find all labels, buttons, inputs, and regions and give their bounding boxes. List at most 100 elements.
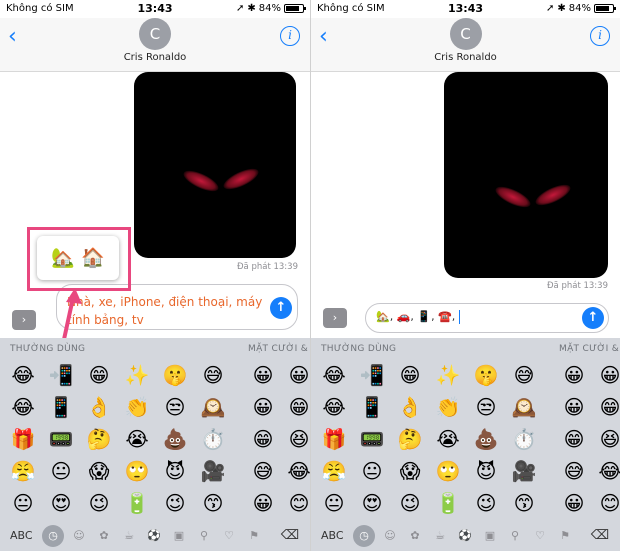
emoji-key[interactable]: 🙄 — [431, 456, 465, 486]
info-icon[interactable]: i — [280, 26, 300, 46]
emoji-key[interactable]: ⏱️ — [196, 424, 230, 454]
message-input[interactable]: 🏡, 🚗, 📱, ☎️, ↑ — [365, 303, 609, 333]
info-icon[interactable]: i — [590, 26, 610, 46]
chevron-left-icon[interactable]: ‹ — [8, 24, 17, 49]
abc-key[interactable]: ABC — [321, 529, 344, 542]
symbol-icon[interactable]: ♡ — [533, 529, 547, 543]
avatar[interactable]: C — [139, 18, 171, 50]
emoji-key[interactable]: 😀 — [593, 360, 620, 390]
emoji-key[interactable]: 😉 — [393, 488, 427, 518]
emoji-key[interactable]: ⏱️ — [507, 424, 541, 454]
emoji-key[interactable]: 😁 — [282, 392, 310, 422]
emoji-key[interactable]: ✨ — [431, 360, 465, 390]
emoji-key[interactable]: 💩 — [469, 424, 503, 454]
emoji-key[interactable]: 😀 — [282, 360, 310, 390]
emoji-key[interactable]: 🔋 — [120, 488, 154, 518]
emoji-key[interactable]: 🙄 — [120, 456, 154, 486]
car-icon[interactable]: ▣ — [483, 529, 497, 543]
emoji-key[interactable]: 😀 — [246, 392, 280, 422]
emoji-key[interactable]: 📱 — [355, 392, 389, 422]
emoji-key[interactable]: 😀 — [246, 488, 280, 518]
chevron-left-icon[interactable]: ‹ — [319, 24, 328, 49]
flag-icon[interactable]: ⚑ — [558, 529, 572, 543]
smiley-icon[interactable]: ☺ — [383, 529, 397, 543]
emoji-key[interactable]: 😀 — [557, 488, 591, 518]
sport-icon[interactable]: ⚽ — [147, 529, 161, 543]
emoji-key[interactable]: 😂 — [317, 360, 351, 390]
send-button[interactable]: ↑ — [270, 297, 292, 319]
clock-icon[interactable]: ◷ — [42, 525, 64, 547]
emoji-key[interactable]: 🕰️ — [196, 392, 230, 422]
emoji-key[interactable]: 🤔 — [393, 424, 427, 454]
emoji-key[interactable]: 📟 — [44, 424, 78, 454]
emoji-key[interactable]: 🔋 — [431, 488, 465, 518]
emoji-key[interactable]: 😤 — [6, 456, 40, 486]
emoji-key[interactable]: 📲 — [44, 360, 78, 390]
emoji-key[interactable]: 😤 — [317, 456, 351, 486]
sport-icon[interactable]: ⚽ — [458, 529, 472, 543]
emoji-key[interactable]: 😙 — [507, 488, 541, 518]
emoji-key[interactable]: 😒 — [469, 392, 503, 422]
bulb-icon[interactable]: ⚲ — [197, 529, 211, 543]
animal-icon[interactable]: ✿ — [408, 529, 422, 543]
emoji-key[interactable]: 😱 — [393, 456, 427, 486]
animal-icon[interactable]: ✿ — [97, 529, 111, 543]
emoji-key[interactable]: 😒 — [158, 392, 192, 422]
emoji-key[interactable]: 😁 — [82, 360, 116, 390]
delete-icon[interactable]: ⌫ — [278, 528, 302, 544]
image-message[interactable] — [134, 72, 296, 258]
app-drawer-button[interactable]: › — [323, 308, 347, 328]
emoji-key[interactable]: 😂 — [593, 456, 620, 486]
emoji-key[interactable]: 😀 — [557, 360, 591, 390]
emoji-key[interactable]: 😭 — [431, 424, 465, 454]
image-message[interactable] — [444, 72, 608, 278]
emoji-key[interactable]: 🎁 — [317, 424, 351, 454]
emoji-key[interactable]: 😂 — [6, 392, 40, 422]
emoji-key[interactable]: 😉 — [469, 488, 503, 518]
delete-icon[interactable]: ⌫ — [588, 528, 612, 544]
emoji-key[interactable]: 😭 — [120, 424, 154, 454]
emoji-key[interactable]: 😁 — [393, 360, 427, 390]
emoji-key[interactable]: 😊 — [593, 488, 620, 518]
emoji-key[interactable]: 👏 — [120, 392, 154, 422]
smiley-icon[interactable]: ☺ — [72, 529, 86, 543]
emoji-key[interactable]: 😂 — [6, 360, 40, 390]
app-drawer-button[interactable]: › — [12, 310, 36, 330]
emoji-key[interactable]: 📲 — [355, 360, 389, 390]
emoji-key[interactable]: 😀 — [246, 360, 280, 390]
emoji-key[interactable]: 😊 — [282, 488, 310, 518]
emoji-key[interactable]: 😂 — [317, 392, 351, 422]
emoji-key[interactable]: 😁 — [246, 424, 280, 454]
car-icon[interactable]: ▣ — [172, 529, 186, 543]
send-button[interactable]: ↑ — [582, 307, 604, 329]
emoji-key[interactable]: 😆 — [282, 424, 310, 454]
emoji-key[interactable]: 📟 — [355, 424, 389, 454]
emoji-key[interactable]: 😆 — [593, 424, 620, 454]
emoji-key[interactable]: 🕰️ — [507, 392, 541, 422]
food-icon[interactable]: ☕ — [122, 529, 136, 543]
emoji-key[interactable]: 👏 — [431, 392, 465, 422]
emoji-key[interactable]: 🤫 — [158, 360, 192, 390]
emoji-key[interactable]: 😅 — [196, 360, 230, 390]
emoji-key[interactable]: 🎥 — [196, 456, 230, 486]
bulb-icon[interactable]: ⚲ — [508, 529, 522, 543]
clock-icon[interactable]: ◷ — [353, 525, 375, 547]
emoji-key[interactable]: 😱 — [82, 456, 116, 486]
emoji-key[interactable]: 😂 — [282, 456, 310, 486]
emoji-key[interactable]: 😉 — [158, 488, 192, 518]
emoji-key[interactable]: 🎥 — [507, 456, 541, 486]
symbol-icon[interactable]: ♡ — [222, 529, 236, 543]
contact-name[interactable]: Cris Ronaldo — [311, 52, 620, 63]
emoji-key[interactable]: 😁 — [593, 392, 620, 422]
emoji-key[interactable]: ✨ — [120, 360, 154, 390]
emoji-key[interactable]: 😅 — [246, 456, 280, 486]
emoji-key[interactable]: 🎁 — [6, 424, 40, 454]
emoji-key[interactable]: 😁 — [557, 424, 591, 454]
emoji-key[interactable]: 😉 — [82, 488, 116, 518]
emoji-key[interactable]: 😍 — [44, 488, 78, 518]
emoji-key[interactable]: 😐 — [44, 456, 78, 486]
emoji-key[interactable]: 😐 — [6, 488, 40, 518]
emoji-key[interactable]: 😀 — [557, 392, 591, 422]
emoji-key[interactable]: 👌 — [393, 392, 427, 422]
emoji-key[interactable]: 😍 — [355, 488, 389, 518]
